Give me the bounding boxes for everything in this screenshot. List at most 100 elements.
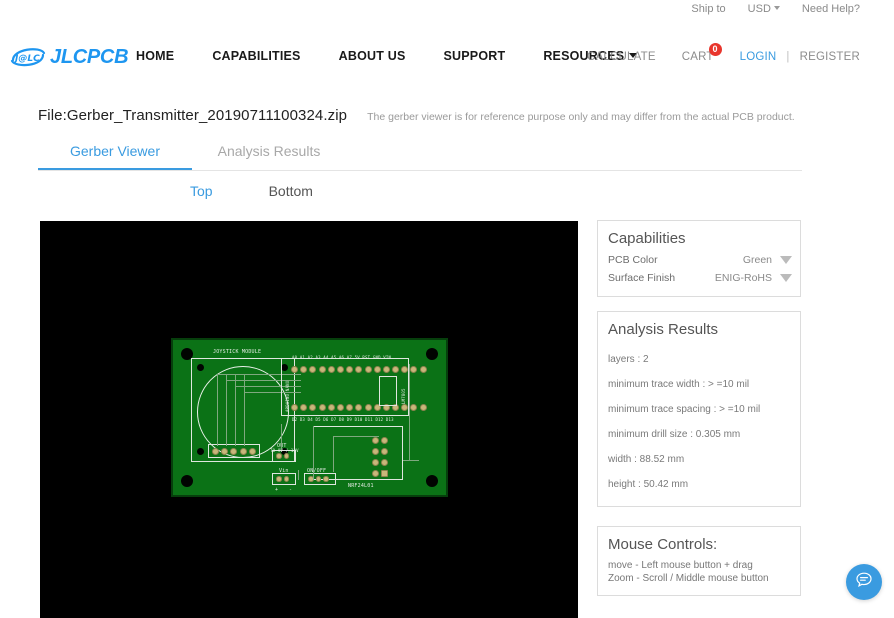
tab-analysis-results[interactable]: Analysis Results (192, 140, 346, 168)
capabilities-title: Capabilities (608, 230, 686, 247)
pcb-artwork: JOYSTICK MODULE ARDUINO NANO A0 A1 A2 A3… (173, 340, 446, 495)
pad (221, 447, 229, 455)
pad (248, 447, 256, 455)
pad (318, 366, 326, 373)
main-tabs: Gerber Viewer Analysis Results (38, 140, 802, 171)
file-name: File:Gerber_Transmitter_20190711100324.z… (38, 107, 348, 124)
pad (300, 366, 308, 373)
ship-to-link[interactable]: Ship to (691, 3, 725, 15)
pad (382, 366, 390, 373)
pad (364, 404, 372, 411)
register-link[interactable]: REGISTER (800, 51, 860, 63)
pad (419, 404, 427, 411)
nav-item-support[interactable]: SUPPORT (444, 49, 506, 63)
pcb-color-control[interactable]: Green (743, 254, 792, 266)
mouse-controls-body: move - Left mouse button + drag Zoom - S… (598, 557, 800, 595)
analysis-item-min-drill-size: minimum drill size : 0.305 mm (608, 429, 741, 440)
out-connector-pads (276, 453, 291, 459)
pad (276, 476, 282, 482)
silkscreen-pin-labels-top: A0 A1 A2 A3 A4 A5 A6 A7 5V RST GND VIN (292, 355, 392, 360)
nav-separator: | (786, 51, 790, 63)
pad (372, 448, 379, 455)
brand-logo[interactable]: J@LC JLCPCB (10, 44, 129, 70)
analysis-item-layers: layers : 2 (608, 354, 649, 365)
chat-support-button[interactable] (846, 564, 882, 600)
trace (313, 426, 314, 480)
dropdown-arrow-icon[interactable] (780, 256, 792, 264)
pad (336, 366, 344, 373)
nrf-pad-grid-row (372, 448, 390, 455)
pad (355, 366, 363, 373)
pad (309, 366, 317, 373)
pad (373, 366, 381, 373)
nav-item-capabilities[interactable]: CAPABILITIES (212, 49, 300, 63)
silkscreen-onoff: ON/OFF (307, 468, 327, 474)
currency-selector[interactable]: USD (748, 3, 780, 15)
analysis-item-min-trace-spacing: minimum trace spacing : > =10 mil (608, 404, 761, 415)
pad (300, 404, 308, 411)
mouse-controls-panel: Mouse Controls: move - Left mouse button… (597, 526, 801, 596)
trace (333, 436, 379, 437)
analysis-item-height: height : 50.42 mm (608, 479, 689, 490)
silkscreen-minus: - (289, 487, 293, 493)
trace (217, 374, 218, 446)
currency-label: USD (747, 3, 771, 15)
cart-link[interactable]: CART 0 (681, 43, 722, 63)
pad (230, 447, 238, 455)
cart-label: CART (681, 51, 714, 63)
pad (372, 470, 379, 477)
nav-right-links: CALCULATE CART 0 LOGIN | REGISTER (561, 43, 860, 63)
nav-item-home[interactable]: HOME (136, 49, 174, 63)
mouse-control-move: move - Left mouse button + drag (608, 560, 753, 571)
mounting-hole (181, 475, 193, 487)
side-tab-bottom[interactable]: Bottom (269, 183, 313, 199)
pad (372, 459, 379, 466)
pad (315, 476, 321, 482)
pad (318, 404, 326, 411)
trace (298, 470, 299, 480)
silkscreen-pin-labels-bottom: D2 D3 D4 D5 D6 D7 D8 D9 D10 D11 D12 D13 (292, 417, 394, 422)
pad (401, 366, 409, 373)
pad (327, 366, 335, 373)
capability-row-pcb-color: PCB Color Green (598, 251, 800, 269)
chat-bubble-icon (854, 570, 874, 595)
mouse-control-zoom: Zoom - Scroll / Middle mouse button (608, 573, 769, 584)
utility-bar: Ship to USD Need Help? (0, 0, 894, 18)
silkscreen-joystick-module: JOYSTICK MODULE (213, 349, 262, 355)
login-link[interactable]: LOGIN (740, 51, 777, 63)
trace (281, 424, 282, 450)
dropdown-arrow-icon[interactable] (780, 274, 792, 282)
need-help-link[interactable]: Need Help? (802, 3, 860, 15)
pad (364, 366, 372, 373)
trace (409, 364, 410, 460)
pad (309, 404, 317, 411)
svg-text:J@LC: J@LC (13, 54, 40, 64)
pad (327, 404, 335, 411)
analysis-results-title: Analysis Results (608, 321, 719, 338)
trace (244, 374, 245, 446)
gerber-viewer-canvas[interactable]: JOYSTICK MODULE ARDUINO NANO A0 A1 A2 A3… (40, 221, 578, 618)
surface-finish-control[interactable]: ENIG-RoHS (715, 272, 792, 284)
pad (239, 447, 247, 455)
capabilities-panel: Capabilities PCB Color Green Surface Fin… (597, 220, 801, 297)
analysis-item-width: width : 88.52 mm (608, 454, 685, 465)
pad (410, 366, 418, 373)
main-navbar: J@LC JLCPCB HOME CAPABILITIES ABOUT US S… (0, 18, 894, 68)
capability-row-surface-finish: Surface Finish ENIG-RoHS (598, 269, 800, 287)
joystick-hole (197, 364, 204, 371)
file-disclaimer: The gerber viewer is for reference purpo… (367, 111, 795, 123)
side-tab-top[interactable]: Top (190, 183, 213, 199)
silkscreen-right-component: LM7805 (401, 388, 406, 404)
page-root: Ship to USD Need Help? J@LC JLCPCB HOME … (0, 0, 894, 618)
calculate-link[interactable]: CALCULATE (587, 51, 656, 63)
nav-item-about-us-label: ABOUT US (338, 49, 406, 63)
trace (226, 374, 227, 446)
silkscreen-plus: + (275, 487, 279, 493)
nav-item-about-us[interactable]: ABOUT US (339, 49, 406, 63)
brand-name: JLCPCB (50, 45, 129, 68)
pad (401, 404, 409, 411)
pad (355, 404, 363, 411)
tab-gerber-viewer[interactable]: Gerber Viewer (38, 140, 192, 170)
pad (381, 448, 389, 455)
right-component-outline (379, 376, 397, 406)
